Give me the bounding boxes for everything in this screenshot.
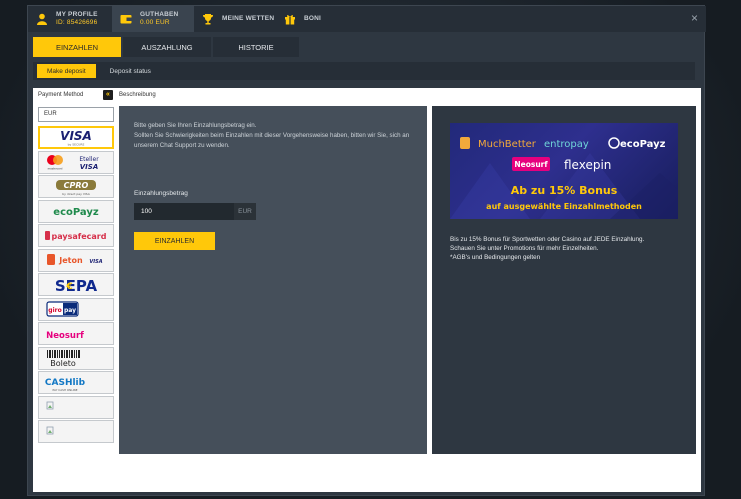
svg-text:CASHlib: CASHlib xyxy=(45,378,86,388)
svg-text:VISA: VISA xyxy=(60,129,92,143)
nav-my-bets[interactable]: MEINE WETTEN xyxy=(194,6,276,32)
svg-text:PAY CASH ONLINE: PAY CASH ONLINE xyxy=(53,388,78,392)
method-neosurf[interactable]: Neosurf xyxy=(38,322,114,345)
user-icon xyxy=(37,13,47,25)
payment-method-label: Payment Method xyxy=(38,92,84,98)
nav-bonus[interactable]: BONI xyxy=(276,6,336,32)
deposit-content: Payment Method « Beschreibung EUR VISA b… xyxy=(33,88,701,492)
svg-text:Jeton: Jeton xyxy=(58,256,83,265)
svg-text:paysafecard: paysafecard xyxy=(52,232,107,241)
muchbetter-logo-icon: MuchBetter xyxy=(460,137,537,150)
svg-text:Eteller: Eteller xyxy=(79,156,99,163)
jeton-logo-icon: Jeton VISA xyxy=(47,254,103,265)
subtab-deposit-status[interactable]: Deposit status xyxy=(100,64,161,78)
promo-text-1: Bis zu 15% Bonus für Sportwetten oder Ca… xyxy=(450,236,645,243)
method-sepa[interactable]: SEPA € xyxy=(38,273,114,296)
broken-image-icon xyxy=(46,401,54,410)
cashlib-logo-icon: CASHlib PAY CASH ONLINE xyxy=(45,378,86,392)
paysafecard-logo-icon: paysafecard xyxy=(45,230,107,241)
payment-method-list: VISA by SECURE mastercard Eteller VISA C… xyxy=(38,126,114,445)
balance-title: GUTHABEN xyxy=(140,11,179,18)
svg-text:ecoPayz: ecoPayz xyxy=(620,139,666,150)
description-label: Beschreibung xyxy=(119,92,156,98)
method-boleto[interactable]: Boleto xyxy=(38,346,114,370)
close-icon[interactable]: × xyxy=(691,12,698,24)
method-cpro[interactable]: CPRO by direct pay VISA xyxy=(38,175,114,198)
subtab-make-deposit[interactable]: Make deposit xyxy=(37,64,96,78)
amount-label: Einzahlungsbetrag xyxy=(134,190,188,197)
method-visa[interactable]: VISA by SECURE xyxy=(38,126,114,149)
svg-text:by direct pay VISA: by direct pay VISA xyxy=(62,192,91,196)
bonus-label: BONI xyxy=(304,15,322,22)
flexepin-logo-icon: flexepin xyxy=(564,158,611,172)
svg-text:Neosurf: Neosurf xyxy=(514,160,548,169)
balance-value: 0.00 EUR xyxy=(140,19,170,26)
profile-id: ID: 85426696 xyxy=(56,19,98,26)
svg-text:giro: giro xyxy=(48,307,61,314)
sepa-logo-icon: SEPA € xyxy=(55,277,98,295)
banner-subline: auf ausgewählte Einzahlmethoden xyxy=(486,202,642,211)
main-tabs: EINZAHLEN AUSZAHLUNG HISTORIE xyxy=(33,37,301,57)
boleto-logo-icon: Boleto xyxy=(47,350,80,368)
tab-historie[interactable]: HISTORIE xyxy=(213,37,299,57)
nav-my-profile[interactable]: MY PROFILE ID: 85426696 xyxy=(28,6,112,32)
method-eteller[interactable]: mastercard Eteller VISA xyxy=(38,150,114,174)
banner-headline: Ab zu 15% Bonus xyxy=(511,184,618,197)
top-nav: MY PROFILE ID: 85426696 GUTHABEN 0.00 EUR … xyxy=(28,6,706,32)
amount-currency: EUR xyxy=(234,203,256,220)
currency-select[interactable]: EUR xyxy=(38,107,114,122)
method-placeholder-2[interactable] xyxy=(38,420,114,443)
tab-einzahlen[interactable]: EINZAHLEN xyxy=(33,37,121,57)
cashier-modal: MY PROFILE ID: 85426696 GUTHABEN 0.00 EUR … xyxy=(27,5,706,496)
eteller-logo-icon: mastercard Eteller VISA xyxy=(47,155,99,171)
svg-text:pay: pay xyxy=(64,307,76,314)
promo-text-3: *AGB's und Bedingungen gelten xyxy=(450,254,541,261)
gift-icon xyxy=(285,15,295,25)
entropay-logo-icon: entropay xyxy=(544,139,589,150)
nav-balance[interactable]: GUTHABEN 0.00 EUR xyxy=(112,6,194,32)
cpro-logo-icon: CPRO by direct pay VISA xyxy=(56,179,96,196)
ecopayz-banner-logo-icon: ecoPayz xyxy=(608,137,666,150)
svg-text:VISA: VISA xyxy=(80,163,98,171)
visa-logo-icon: VISA by SECURE xyxy=(60,129,92,147)
svg-text:MuchBetter: MuchBetter xyxy=(478,139,537,150)
svg-text:Neosurf: Neosurf xyxy=(46,331,84,341)
my-bets-label: MEINE WETTEN xyxy=(222,15,275,22)
neosurf-banner-logo-icon: Neosurf xyxy=(512,157,550,171)
profile-title: MY PROFILE xyxy=(56,11,98,18)
method-giropay[interactable]: giro pay xyxy=(38,297,114,321)
svg-text:ecoPayz: ecoPayz xyxy=(53,207,99,218)
wallet-icon xyxy=(120,15,132,24)
svg-text:Boleto: Boleto xyxy=(50,359,76,368)
promo-banner[interactable]: MuchBetter entropay ecoPayz Neosurf flex… xyxy=(450,123,678,219)
sub-tabs: Make deposit Deposit status xyxy=(33,62,695,80)
deposit-support-note: Sollten Sie Schwierigkeiten beim Einzahl… xyxy=(134,132,410,149)
svg-text:VISA: VISA xyxy=(89,259,102,265)
method-paysafecard[interactable]: paysafecard xyxy=(38,224,114,247)
deposit-submit-button[interactable]: EINZAHLEN xyxy=(134,232,215,250)
tab-auszahlung[interactable]: AUSZAHLUNG xyxy=(123,37,211,57)
method-ecopayz[interactable]: ecoPayz xyxy=(38,199,114,223)
promo-text-2: Schauen Sie unter Promotions für mehr Ei… xyxy=(450,245,599,252)
broken-image-icon xyxy=(46,426,54,434)
svg-text:mastercard: mastercard xyxy=(48,167,63,171)
neosurf-logo-icon: Neosurf xyxy=(46,331,84,341)
ecopayz-logo-icon: ecoPayz xyxy=(53,207,99,218)
promo-panel: MuchBetter entropay ecoPayz Neosurf flex… xyxy=(432,106,696,454)
method-placeholder-1[interactable] xyxy=(38,395,114,419)
collapse-chevron-icon[interactable]: « xyxy=(103,90,113,100)
svg-text:SEPA: SEPA xyxy=(55,277,98,295)
amount-input[interactable]: 100 xyxy=(134,203,234,220)
method-cashlib[interactable]: CASHlib PAY CASH ONLINE xyxy=(38,371,114,394)
svg-text:CPRO: CPRO xyxy=(64,181,89,190)
trophy-icon xyxy=(203,14,213,25)
giropay-logo-icon: giro pay xyxy=(46,301,79,317)
svg-text:by SECURE: by SECURE xyxy=(68,143,85,147)
deposit-form-panel: Bitte geben Sie Ihren Einzahlungsbetrag … xyxy=(119,106,427,454)
method-jeton[interactable]: Jeton VISA xyxy=(38,248,114,272)
deposit-instructions: Bitte geben Sie Ihren Einzahlungsbetrag … xyxy=(134,122,257,129)
svg-text:€: € xyxy=(65,282,72,292)
